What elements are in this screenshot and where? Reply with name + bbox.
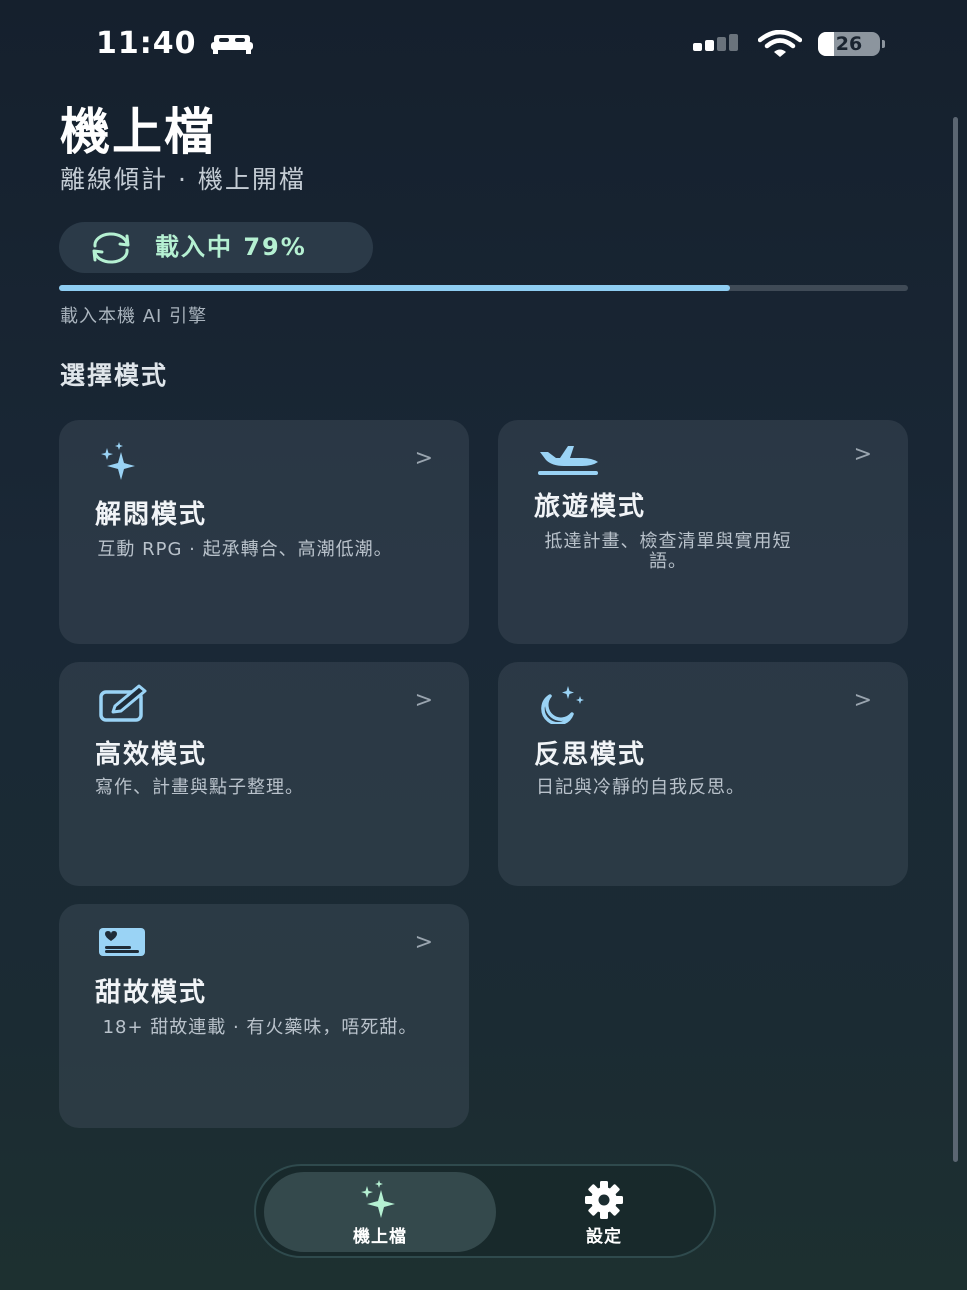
cellular-signal-icon <box>693 34 738 51</box>
sleep-mode-icon <box>211 35 253 54</box>
mode-description: 18+ 甜故連載 · 有火藥味，唔死甜。 <box>102 1017 418 1038</box>
chevron-right-icon: > <box>853 688 872 713</box>
loading-label: 載入中 79% <box>155 233 307 261</box>
tab-settings[interactable]: 設定 <box>500 1172 708 1252</box>
tab-home[interactable]: 機上檔 <box>264 1172 496 1252</box>
bottom-tab-bar: 機上檔 設定 <box>254 1164 716 1258</box>
mode-title: 甜故模式 <box>95 978 208 1008</box>
battery-indicator: 26 <box>818 32 885 56</box>
wifi-icon <box>758 30 802 57</box>
tab-label: 設定 <box>586 1227 622 1247</box>
sparkles-icon <box>361 1180 395 1218</box>
sparkles-icon <box>101 442 135 480</box>
edit-icon <box>99 684 147 722</box>
airplane-icon <box>538 446 598 475</box>
sync-icon <box>92 232 130 264</box>
gear-icon <box>585 1181 623 1219</box>
mode-title: 反思模式 <box>534 740 647 770</box>
chevron-right-icon: > <box>414 930 433 955</box>
mode-title: 高效模式 <box>95 740 208 770</box>
mode-card-productivity[interactable]: > 高效模式 寫作、計畫與點子整理。 <box>59 662 469 886</box>
status-bar: 11:40 26 <box>0 0 967 90</box>
moon-stars-icon <box>541 686 584 724</box>
mode-description: 日記與冷靜的自我反思。 <box>536 777 745 798</box>
app-title: 機上檔 <box>60 103 216 161</box>
mode-title: 旅遊模式 <box>534 492 647 522</box>
chevron-right-icon: > <box>414 688 433 713</box>
mode-description: 互動 RPG · 起承轉合、高潮低潮。 <box>97 539 393 560</box>
tab-label: 機上檔 <box>353 1227 407 1247</box>
mode-card-reflection[interactable]: > 反思模式 日記與冷靜的自我反思。 <box>498 662 908 886</box>
status-time: 11:40 <box>96 26 197 61</box>
mode-description: 抵達計畫、檢查清單與實用短語。 <box>544 531 792 572</box>
progress-fill <box>59 285 730 291</box>
loading-progress-bar <box>59 285 908 291</box>
section-title: 選擇模式 <box>60 361 169 390</box>
heart-card-icon <box>99 928 145 956</box>
progress-caption: 載入本機 AI 引擎 <box>60 306 208 327</box>
scrollbar[interactable] <box>953 117 958 1162</box>
mode-description: 寫作、計畫與點子整理。 <box>95 777 304 798</box>
chevron-right-icon: > <box>414 446 433 471</box>
app-subtitle: 離線傾計 · 機上開檔 <box>60 165 306 194</box>
loading-status-pill: 載入中 79% <box>59 222 373 273</box>
mode-card-travel[interactable]: > 旅遊模式 抵達計畫、檢查清單與實用短語。 <box>498 420 908 644</box>
mode-card-romance[interactable]: > 甜故模式 18+ 甜故連載 · 有火藥味，唔死甜。 <box>59 904 469 1128</box>
battery-percent: 26 <box>835 33 863 55</box>
chevron-right-icon: > <box>853 442 872 467</box>
mode-title: 解悶模式 <box>95 500 208 530</box>
mode-card-relax[interactable]: > 解悶模式 互動 RPG · 起承轉合、高潮低潮。 <box>59 420 469 644</box>
